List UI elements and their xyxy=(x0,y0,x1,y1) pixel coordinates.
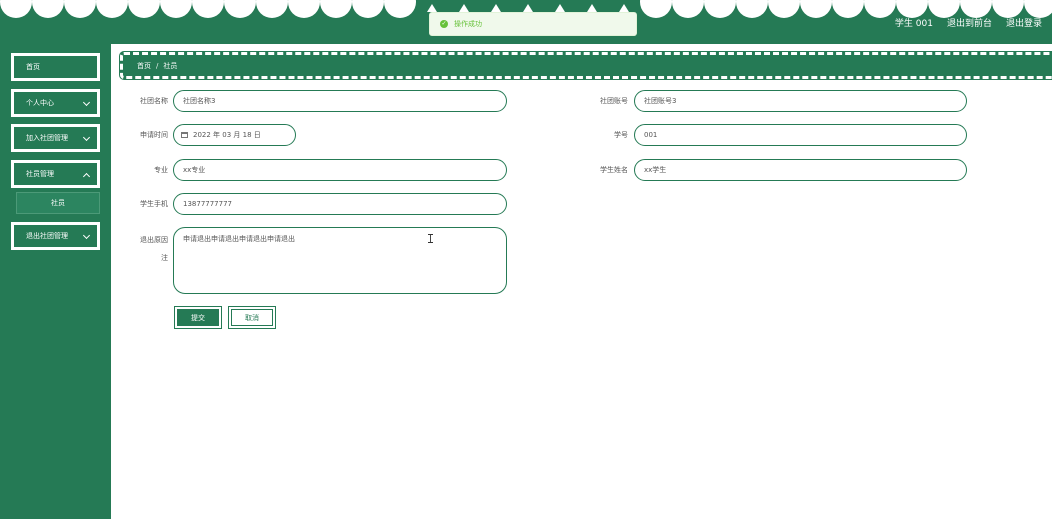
reason-value: 申请退出申请退出申请退出申请退出 xyxy=(183,235,295,243)
sidebar-subitem-member[interactable]: 社员 xyxy=(16,192,100,214)
sidebar-item-label: 加入社团管理 xyxy=(26,134,68,142)
header-scallop xyxy=(64,0,96,18)
sidebar-item-label: 个人中心 xyxy=(26,99,54,107)
header-triangle xyxy=(427,4,437,12)
sidebar-subitem-label: 社员 xyxy=(51,199,65,207)
sidebar-item-quit-club[interactable]: 退出社团管理 xyxy=(11,222,100,250)
header-triangle xyxy=(523,4,533,12)
reason-textarea[interactable]: 申请退出申请退出申请退出申请退出 xyxy=(173,227,507,294)
club-account-label: 社团账号 xyxy=(600,97,628,105)
toast-message: 操作成功 xyxy=(454,20,482,28)
header-scallop xyxy=(832,0,864,18)
apply-time-value: 2022 年 03 月 18 日 xyxy=(193,131,261,139)
breadcrumb: 首页 / 社员 xyxy=(120,52,1052,79)
club-account-value: 社团账号3 xyxy=(644,97,677,105)
header-scallop xyxy=(32,0,64,18)
breadcrumb-home[interactable]: 首页 xyxy=(137,61,151,71)
reason-label: 退出原因 xyxy=(140,236,168,244)
sidebar-item-home[interactable]: 首页 xyxy=(11,53,100,81)
header-scallop xyxy=(800,0,832,18)
submit-button[interactable]: 提交 xyxy=(174,306,222,329)
header-scallop xyxy=(864,0,896,18)
header-scallop xyxy=(0,0,32,18)
student-name-label: 学生姓名 xyxy=(600,166,628,174)
logout-link[interactable]: 退出登录 xyxy=(1006,16,1042,29)
header-triangle xyxy=(491,4,501,12)
sidebar-item-label: 退出社团管理 xyxy=(26,232,68,240)
major-input[interactable]: xx专业 xyxy=(173,159,507,181)
header-scallop xyxy=(736,0,768,18)
header-triangle xyxy=(587,4,597,12)
check-circle-icon: ✓ xyxy=(440,20,448,28)
to-front-link[interactable]: 退出到前台 xyxy=(947,16,992,29)
cancel-button[interactable]: 取消 xyxy=(228,306,276,329)
header-scallop xyxy=(128,0,160,18)
club-account-input[interactable]: 社团账号3 xyxy=(634,90,967,112)
student-id-label: 学号 xyxy=(614,131,628,139)
chevron-up-icon xyxy=(82,172,91,181)
header-scallop xyxy=(640,0,672,18)
header-scallop xyxy=(768,0,800,18)
user-area: 学生 001 退出到前台 退出登录 xyxy=(895,16,1042,29)
user-name: 学生 001 xyxy=(894,19,933,29)
phone-label: 学生手机 xyxy=(140,200,168,208)
club-name-value: 社团名称3 xyxy=(183,97,216,105)
major-value: xx专业 xyxy=(183,166,206,174)
header-triangle xyxy=(619,4,629,12)
chevron-down-icon xyxy=(82,98,91,107)
header-scallop xyxy=(256,0,288,18)
chevron-down-icon xyxy=(82,133,91,142)
phone-value: 13877777777 xyxy=(183,200,232,208)
club-name-input[interactable]: 社团名称3 xyxy=(173,90,507,112)
student-name-value: xx学生 xyxy=(644,166,667,174)
reason-label-suffix: 注 xyxy=(161,254,168,262)
sidebar-item-personal-center[interactable]: 个人中心 xyxy=(11,89,100,117)
student-name-input[interactable]: xx学生 xyxy=(634,159,967,181)
phone-input[interactable]: 13877777777 xyxy=(173,193,507,215)
text-cursor-icon xyxy=(428,234,433,243)
header-scallop xyxy=(224,0,256,18)
header-scallop xyxy=(384,0,416,18)
header-scallop xyxy=(288,0,320,18)
sidebar-item-member-management[interactable]: 社员管理 xyxy=(11,160,100,188)
header-triangle xyxy=(459,4,469,12)
major-label: 专业 xyxy=(154,166,168,174)
breadcrumb-separator: / xyxy=(156,61,159,70)
chevron-down-icon xyxy=(82,231,91,240)
header-scallop xyxy=(320,0,352,18)
breadcrumb-current: 社员 xyxy=(163,61,178,70)
sidebar: 首页 个人中心 加入社团管理 社员管理 社员 退出社团管理 xyxy=(0,44,111,519)
club-name-label: 社团名称 xyxy=(140,97,168,105)
success-toast: ✓ 操作成功 xyxy=(429,12,637,36)
header-scallop xyxy=(192,0,224,18)
apply-time-datepicker[interactable]: 2022 年 03 月 18 日 xyxy=(173,124,296,146)
header-scallop xyxy=(160,0,192,18)
student-id-value: 001 xyxy=(644,131,658,139)
sidebar-item-label: 首页 xyxy=(26,63,40,71)
student-id-input[interactable]: 001 xyxy=(634,124,967,146)
header-scallop xyxy=(352,0,384,18)
apply-time-label: 申请时间 xyxy=(140,131,168,139)
calendar-icon xyxy=(181,132,188,138)
header-scallop xyxy=(96,0,128,18)
sidebar-item-label: 社员管理 xyxy=(26,170,54,178)
header-scallop xyxy=(672,0,704,18)
header-triangle xyxy=(555,4,565,12)
sidebar-item-join-club[interactable]: 加入社团管理 xyxy=(11,124,100,152)
header-scallop xyxy=(704,0,736,18)
